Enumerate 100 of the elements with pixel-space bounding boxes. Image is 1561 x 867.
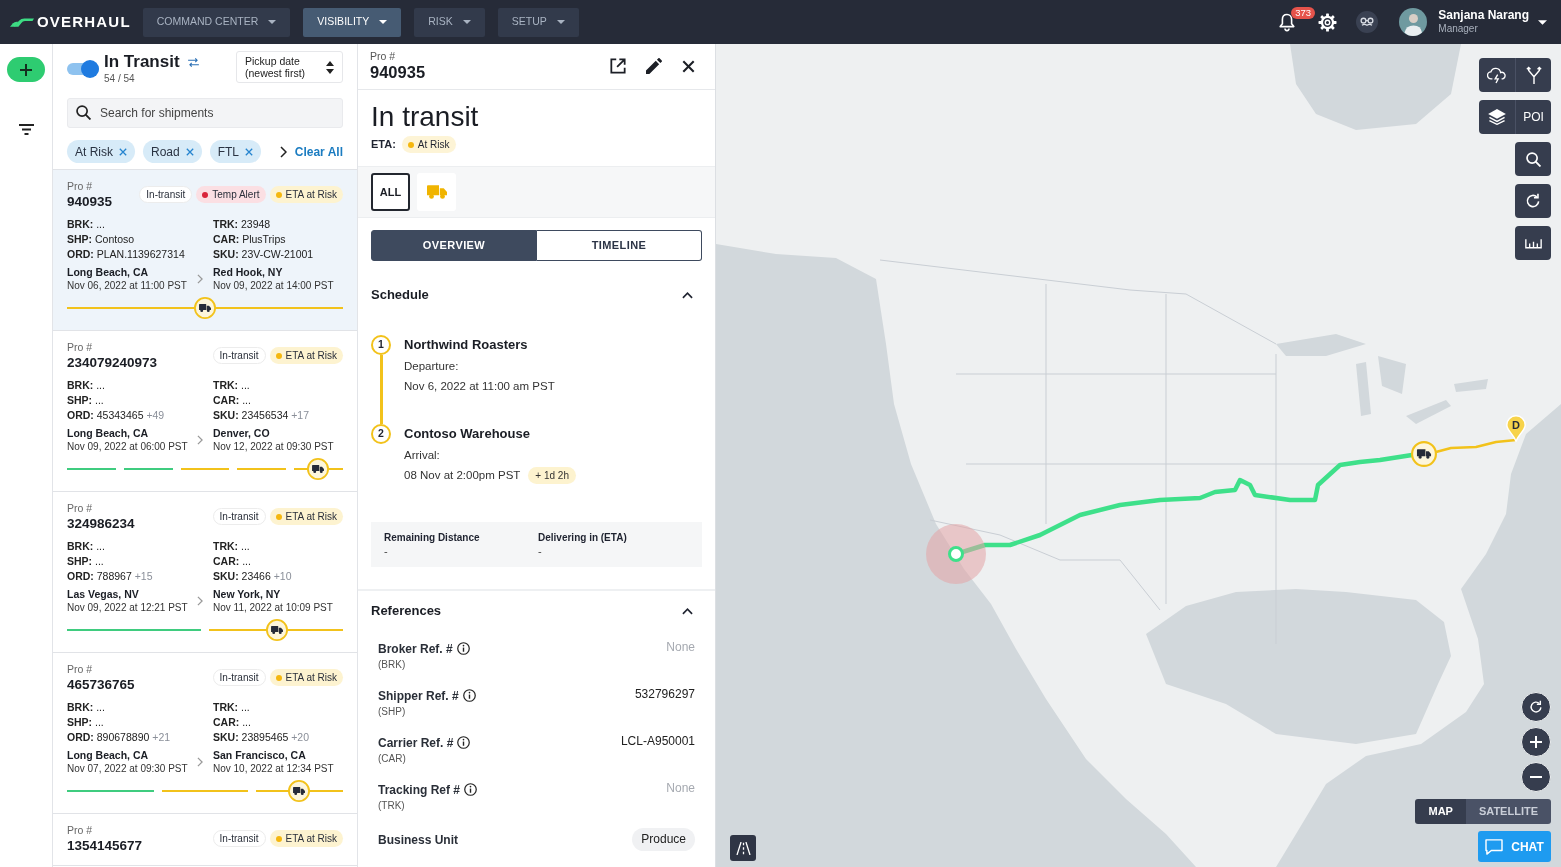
info-icon[interactable]	[456, 642, 470, 655]
shipment-field: BRK: ...	[67, 539, 213, 554]
eta-status-text: At Risk	[417, 138, 450, 152]
chevron-right-icon	[197, 596, 203, 606]
info-icon[interactable]	[464, 783, 478, 796]
origin-time: Nov 06, 2022 at 11:00 PST	[67, 279, 188, 292]
status-text: Temp Alert	[212, 188, 260, 202]
refresh-button[interactable]	[1515, 184, 1551, 218]
filter-chip[interactable]: Road	[143, 140, 202, 163]
pro-number: 234079240973	[67, 354, 158, 371]
close-icon[interactable]	[682, 59, 695, 73]
business-unit-value: Produce	[632, 828, 695, 851]
map-search-button[interactable]	[1515, 142, 1551, 176]
detail-tab[interactable]: TIMELINE	[537, 230, 702, 261]
status-dot-icon	[275, 513, 282, 520]
stop-time: Nov 6, 2022 at 11:00 am PST	[404, 379, 555, 394]
logo-wordmark: OVERHAUL	[37, 11, 131, 32]
sort-dropdown[interactable]: Pickup date (newest first)	[236, 51, 343, 83]
caret-icon	[379, 20, 388, 24]
stat-label: Remaining Distance	[384, 531, 481, 544]
search-icon	[76, 105, 91, 120]
caret-icon	[268, 20, 277, 24]
chevron-icon[interactable]	[682, 607, 693, 615]
user-name[interactable]: Sanjana Narang	[1438, 8, 1529, 22]
plus-icon	[1530, 736, 1542, 748]
reference-label: Shipper Ref. #	[378, 689, 459, 703]
shipment-field: SKU: 23456534 +17	[213, 408, 343, 423]
road-layer-button[interactable]	[730, 835, 756, 861]
mode-filter-button[interactable]: ALL	[371, 173, 410, 211]
filter-chip[interactable]: At Risk	[67, 140, 135, 163]
map-type-tab[interactable]: MAP	[1415, 799, 1466, 824]
nav-menu-button[interactable]: COMMAND CENTER	[142, 7, 291, 37]
shipment-field: CAR: ...	[213, 393, 343, 408]
shipment-field: SHP: ...	[67, 554, 213, 569]
chevron-right-icon	[197, 274, 203, 284]
measure-button[interactable]	[1515, 226, 1551, 260]
layers-button[interactable]	[1479, 100, 1515, 134]
search-icon	[1525, 151, 1541, 167]
filter-chip[interactable]: FTL	[209, 140, 262, 163]
chevron-icon[interactable]	[682, 291, 693, 299]
live-toggle[interactable]	[67, 60, 99, 78]
swap-arrows-icon[interactable]	[187, 57, 199, 67]
close-icon	[245, 147, 254, 156]
status-text: In-transit	[219, 671, 259, 685]
pro-number: 940935	[67, 193, 113, 210]
info-icon[interactable]	[457, 736, 471, 749]
filter-icon[interactable]	[18, 124, 34, 135]
shipment-field: CAR: ...	[213, 554, 343, 569]
destination-city: Red Hook, NY	[213, 266, 284, 279]
edit-icon[interactable]	[646, 58, 662, 74]
shipment-field: TRK: ...	[213, 539, 343, 554]
close-icon	[119, 147, 127, 156]
map-type-tab[interactable]: SATELLITE	[1465, 799, 1551, 824]
destination-time: Nov 12, 2022 at 09:30 PST	[213, 440, 335, 453]
clear-all-link[interactable]: Clear All	[294, 142, 343, 161]
nav-menu-button[interactable]: VISIBILITY	[303, 7, 402, 37]
origin-city: Long Beach, CA	[67, 749, 150, 762]
caret-icon[interactable]	[1538, 19, 1547, 25]
stop-name: Northwind Roasters	[404, 336, 529, 354]
shipment-card[interactable]	[53, 170, 357, 331]
shipment-field: SKU: 23895465 +20	[213, 730, 343, 745]
reference-value: None	[666, 781, 695, 796]
reference-value: 532796297	[634, 687, 695, 702]
pro-number: 940935	[370, 62, 426, 82]
notifications-icon[interactable]	[1279, 12, 1296, 32]
reference-code: (SHP)	[378, 705, 407, 719]
minus-icon	[1530, 776, 1542, 778]
timeline-line	[379, 355, 383, 424]
shipment-field: CAR: ...	[213, 715, 343, 730]
weather-button[interactable]	[1479, 58, 1515, 92]
detail-tab[interactable]: OVERVIEW	[371, 230, 537, 261]
glasses-icon[interactable]	[1356, 11, 1379, 33]
user-avatar[interactable]	[1399, 8, 1428, 36]
section-title: Schedule	[371, 287, 429, 303]
nav-menu-button[interactable]: SETUP	[497, 7, 579, 37]
status-dot-icon	[202, 191, 209, 198]
user-role: Manager	[1438, 22, 1479, 36]
external-link-icon[interactable]	[610, 58, 626, 74]
reference-value: LCL-A950001	[620, 734, 695, 749]
road-icon	[735, 841, 751, 855]
origin-marker-icon	[926, 524, 986, 584]
search-field[interactable]: Search for shipments	[67, 98, 343, 128]
nav-menu-button[interactable]: RISK	[414, 7, 485, 37]
poi-button[interactable]: POI	[1515, 100, 1551, 134]
pro-label: Pro #	[67, 341, 94, 354]
shipment-field: SHP: ...	[67, 393, 213, 408]
add-button[interactable]	[7, 57, 45, 82]
stat-value: -	[384, 545, 389, 558]
shipment-field: ORD: 890678890 +21	[67, 730, 213, 745]
stop-number-marker: 2	[371, 424, 391, 444]
reference-label: Broker Ref. #	[378, 642, 453, 656]
reference-code: (CAR)	[378, 752, 407, 766]
status-text: ETA at Risk	[285, 349, 337, 363]
info-icon[interactable]	[462, 689, 476, 702]
settings-icon[interactable]	[1318, 12, 1338, 32]
route-split-button[interactable]	[1515, 58, 1551, 92]
pro-number: 1354145677	[67, 837, 143, 854]
sort-icon	[326, 60, 334, 74]
origin-city: Long Beach, CA	[67, 427, 150, 440]
chevron-right-icon[interactable]	[279, 145, 287, 158]
